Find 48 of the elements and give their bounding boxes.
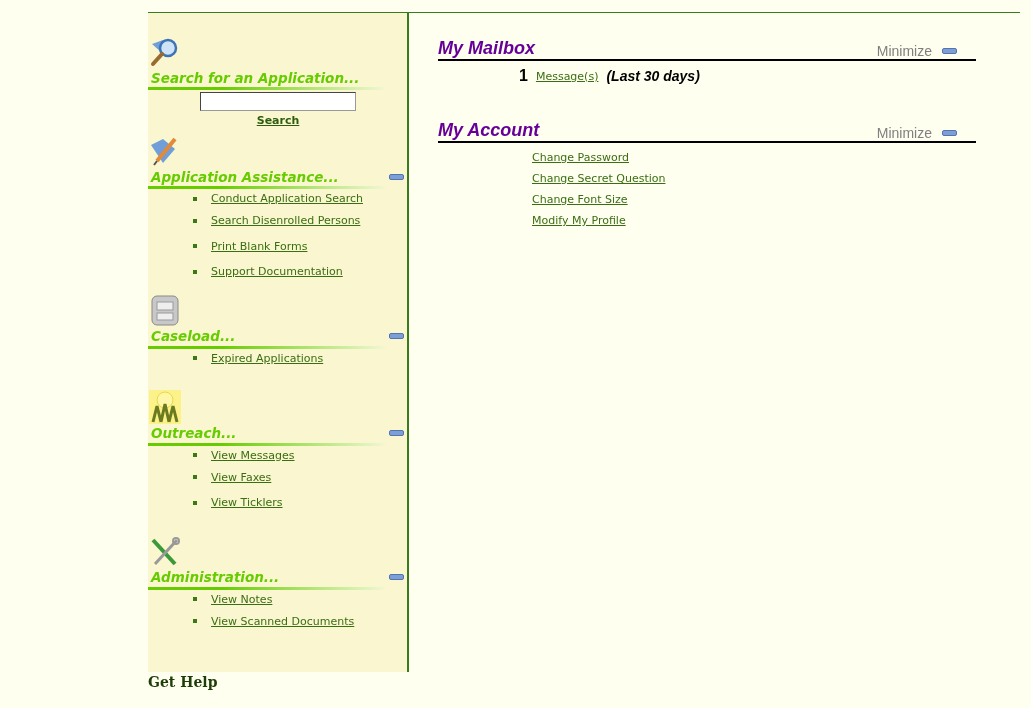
file-cabinet-icon xyxy=(149,292,181,327)
sidebar-link[interactable]: Support Documentation xyxy=(211,265,343,279)
section-heading: Search for an Application... xyxy=(150,69,360,86)
bullet-icon xyxy=(193,475,197,480)
panel-title: My Account xyxy=(438,120,540,141)
minimize-icon[interactable] xyxy=(942,48,957,54)
section-heading: Application Assistance... xyxy=(149,168,339,185)
minimize-icon[interactable] xyxy=(389,333,404,339)
account-link[interactable]: Change Password xyxy=(532,151,629,164)
sidebar-link[interactable]: View Notes xyxy=(211,592,273,606)
sidebar-link[interactable]: View Scanned Documents xyxy=(211,614,355,628)
sidebar-link[interactable]: Conduct Application Search xyxy=(211,192,363,205)
date-range-note: (Last 30 days) xyxy=(606,68,700,84)
account-link[interactable]: Change Font Size xyxy=(532,193,628,206)
message-count: 1 xyxy=(519,67,528,85)
messages-link[interactable]: Message(s) xyxy=(535,69,599,83)
bullet-icon xyxy=(193,196,197,201)
search-link[interactable]: Search xyxy=(256,114,300,127)
section-heading: Administration... xyxy=(149,569,280,585)
section-heading: Caseload... xyxy=(150,328,236,344)
bullet-icon xyxy=(193,597,197,601)
sidebar-link[interactable]: Print Blank Forms xyxy=(211,239,308,253)
sidebar-link[interactable]: Search Disenrolled Persons xyxy=(211,214,361,228)
minimize-icon[interactable] xyxy=(389,430,404,436)
minimize-icon[interactable] xyxy=(389,173,404,180)
sidebar-link[interactable]: View Ticklers xyxy=(211,496,283,510)
account-link[interactable]: Change Secret Question xyxy=(532,172,666,185)
search-field[interactable] xyxy=(200,92,356,111)
sidebar-link[interactable]: View Faxes xyxy=(211,470,272,484)
panel-title: My Mailbox xyxy=(438,38,535,59)
minimize-icon[interactable] xyxy=(389,574,404,580)
account-link[interactable]: Modify My Profile xyxy=(532,214,626,227)
section-heading: Outreach... xyxy=(150,425,237,441)
tools-icon xyxy=(149,535,181,568)
sidebar-link[interactable]: Expired Applications xyxy=(211,351,324,365)
bullet-icon xyxy=(193,356,197,360)
sidebar-link[interactable]: View Messages xyxy=(211,448,295,462)
bullet-icon xyxy=(193,453,197,457)
minimize-link[interactable]: Minimize xyxy=(876,43,932,59)
bullet-icon xyxy=(193,500,197,505)
minimize-icon[interactable] xyxy=(942,130,957,136)
bullet-icon xyxy=(193,218,197,223)
minimize-link[interactable]: Minimize xyxy=(876,125,932,141)
people-icon xyxy=(149,389,181,424)
bullet-icon xyxy=(193,269,197,274)
get-help-link[interactable]: Get Help xyxy=(148,674,218,690)
bullet-icon xyxy=(193,244,197,249)
bullet-icon xyxy=(193,619,197,624)
